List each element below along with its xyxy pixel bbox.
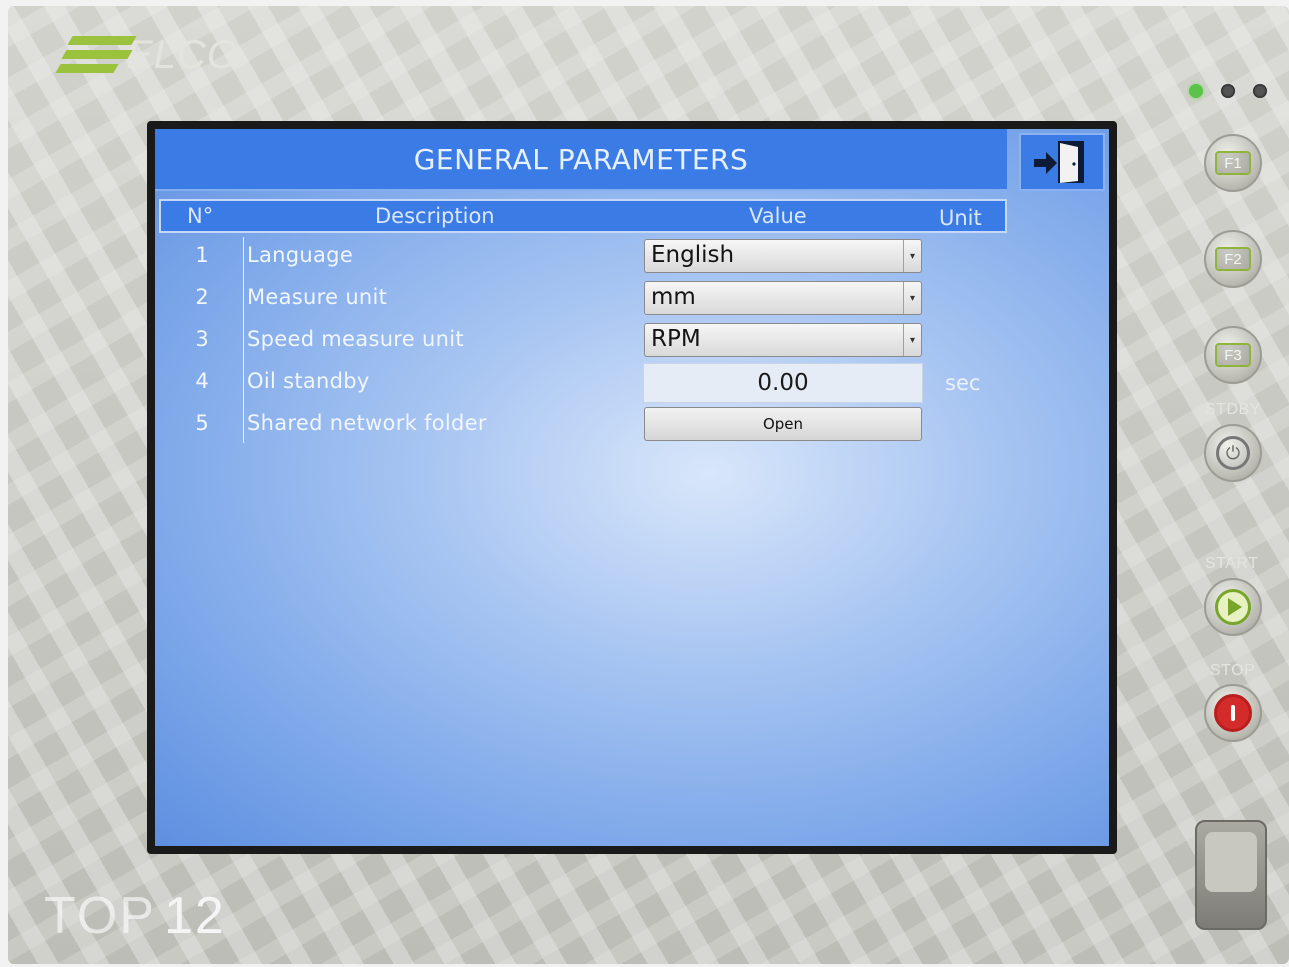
row-number: 3 [195,327,209,351]
row-description: Shared network folder [247,411,487,435]
row-number: 1 [195,243,209,267]
usb-port-cover[interactable] [1195,820,1267,930]
model-number: 12 [163,887,226,945]
f1-key[interactable]: F1 [1204,134,1262,192]
logo-mark-icon [55,30,146,80]
table-row: 1 Language English ▾ [155,237,1007,279]
page-title: GENERAL PARAMETERS [413,142,749,176]
row-number: 2 [195,285,209,309]
row-number: 4 [195,369,209,393]
table-row: 5 Shared network folder Open [155,405,1007,447]
language-select-value: English [651,242,735,268]
f1-key-label: F1 [1215,151,1251,175]
speed-unit-select[interactable]: RPM ▾ [644,323,922,357]
f2-key-label: F2 [1215,247,1251,271]
chevron-down-icon: ▾ [903,240,921,272]
model-prefix: TOP [44,887,156,945]
standby-key[interactable]: ⏻ [1204,424,1262,482]
touch-screen: GENERAL PARAMETERS N° Description Value … [155,129,1109,846]
chevron-down-icon: ▾ [903,324,921,356]
f3-key[interactable]: F3 [1204,326,1262,384]
open-folder-button[interactable]: Open [644,407,922,441]
column-header-value: Value [749,204,807,228]
speed-unit-select-value: RPM [651,326,701,352]
standby-label: STDBY [1205,401,1261,418]
column-header-number: N° [187,204,214,228]
stop-icon [1214,694,1252,732]
stop-key[interactable] [1204,684,1262,742]
table-header: N° Description Value Unit [159,199,1007,233]
screen-frame: GENERAL PARAMETERS N° Description Value … [147,121,1117,854]
oil-standby-field[interactable]: 0.00 [643,363,923,403]
status-led-green [1189,84,1203,98]
status-leds [1189,84,1267,98]
row-description: Speed measure unit [247,327,464,351]
stop-label: STOP [1210,662,1256,679]
row-description: Oil standby [247,369,370,393]
table-row: 4 Oil standby 0.00 sec [155,363,1007,405]
column-header-description: Description [375,204,495,228]
model-label: TOP 12 [44,886,226,946]
start-key[interactable] [1204,578,1262,636]
status-led [1253,84,1267,98]
title-bar: GENERAL PARAMETERS [155,129,1007,191]
status-led [1221,84,1235,98]
brand-logo: ELCO [55,30,239,80]
table-row: 3 Speed measure unit RPM ▾ [155,321,1007,363]
row-number: 5 [195,411,209,435]
measure-unit-select-value: mm [651,284,696,310]
play-icon [1215,589,1251,625]
exit-button[interactable] [1019,133,1105,191]
measure-unit-select[interactable]: mm ▾ [644,281,922,315]
f2-key[interactable]: F2 [1204,230,1262,288]
column-header-unit: Unit [939,206,982,230]
oil-standby-unit: sec [945,371,981,395]
chevron-down-icon: ▾ [903,282,921,314]
table-row: 2 Measure unit mm ▾ [155,279,1007,321]
power-icon: ⏻ [1216,436,1250,470]
row-description: Language [247,243,354,267]
language-select[interactable]: English ▾ [644,239,922,273]
start-label: START [1205,555,1259,572]
exit-door-icon [1034,141,1084,183]
row-description: Measure unit [247,285,388,309]
f3-key-label: F3 [1215,343,1251,367]
usb-cap [1205,832,1257,892]
